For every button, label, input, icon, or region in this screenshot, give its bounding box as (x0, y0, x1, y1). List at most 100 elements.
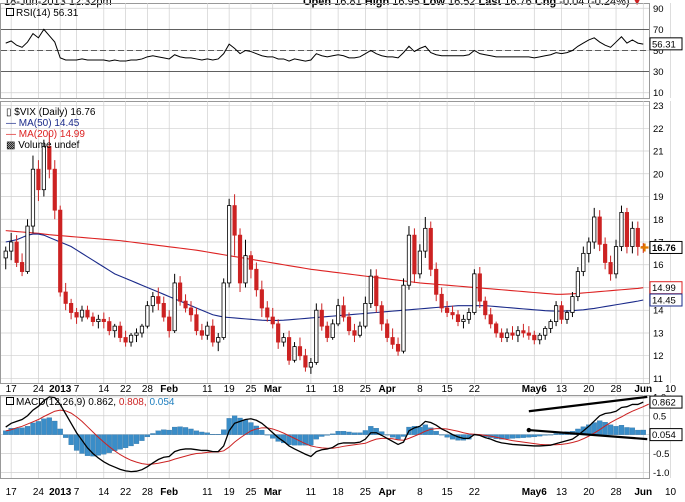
x-tick-label-bottom: 19 (224, 487, 236, 498)
candle-down (74, 312, 79, 318)
candle-down (265, 307, 270, 318)
candle-down (608, 262, 613, 275)
macd-histogram-bar (613, 426, 619, 435)
x-tick-label: 7 (74, 384, 80, 395)
macd-histogram-bar (618, 425, 625, 435)
price-y-tick-label: 21 (653, 147, 664, 158)
macd-histogram-bar (253, 425, 259, 435)
x-tick-label: 17 (6, 384, 18, 395)
x-tick-label: 10 (665, 384, 677, 395)
candle-up (9, 241, 14, 252)
candle-up (30, 168, 36, 227)
x-tick-label-bottom: 14 (98, 487, 110, 498)
candle-down (477, 273, 482, 302)
candle-down (428, 227, 433, 270)
macd-histogram-bar (340, 431, 347, 435)
candle-down (36, 168, 41, 191)
candle-down (118, 325, 123, 338)
x-tick-label: 13 (556, 384, 568, 395)
macd-y-tick-label: -1.0 (653, 468, 669, 479)
macd-histogram-bar (3, 430, 9, 435)
x-tick-label-bottom: 25 (360, 487, 372, 498)
macd-histogram-bar (57, 428, 63, 435)
macd-trendline-rising (528, 395, 648, 413)
candle-down (232, 205, 237, 236)
price-y-tick-label: 13 (653, 328, 664, 339)
x-tick-label-bottom: 28 (610, 487, 622, 498)
candle-up (401, 284, 406, 352)
candle-up (336, 305, 341, 325)
candle-up (515, 330, 521, 336)
candle-up (79, 309, 85, 318)
macd-histogram-bar (433, 431, 439, 435)
macd-histogram-bar (73, 434, 80, 451)
x-tick-label: 28 (610, 384, 622, 395)
candle-down (248, 255, 254, 270)
macd-histogram-bar (182, 427, 189, 435)
x-tick-label-bottom: 11 (306, 487, 317, 498)
candle-up (139, 325, 145, 334)
macd-histogram-bar (106, 434, 112, 453)
candle-up (96, 318, 101, 322)
candle-down (385, 323, 390, 338)
candle-up (406, 234, 412, 286)
candle-up (586, 241, 591, 254)
macd-value-label: 0.862 (652, 398, 676, 409)
last-price-marker-icon: ✚ (640, 241, 649, 254)
candle-down (395, 343, 401, 352)
candle-up (221, 282, 226, 338)
macd-histogram-bar (112, 434, 118, 451)
candle-down (521, 330, 526, 334)
candle-down (635, 227, 640, 247)
macd-histogram-bar (68, 434, 74, 445)
x-tick-label-bottom: 2013 (49, 487, 72, 498)
candle-up (461, 318, 466, 322)
candle-up (466, 312, 471, 320)
macd-histogram-bar (346, 431, 352, 435)
macd-histogram-bar (531, 434, 537, 438)
x-tick-label: 22 (120, 384, 132, 395)
main-legend: ▯ $VIX (Daily) 16.76 — MA(50) 14.45 — MA… (6, 107, 95, 151)
candle-down (85, 309, 90, 318)
macd-histogram-bar (221, 429, 227, 435)
macd-histogram-bar (19, 427, 25, 435)
macd-histogram-bar (324, 434, 330, 436)
macd-histogram-bar (144, 434, 151, 438)
macd-histogram-bar (155, 430, 161, 435)
candle-down (379, 305, 384, 325)
candle-down (58, 209, 63, 293)
x-tick-label-bottom: 22 (120, 487, 132, 498)
x-tick-label: Feb (160, 384, 178, 395)
candle-down (494, 323, 499, 334)
macd-histogram-bar (193, 430, 200, 435)
macd-histogram-bar (390, 434, 396, 438)
x-tick-label: 15 (442, 384, 454, 395)
price-y-tick-label: 19 (653, 192, 664, 203)
x-tick-label: May6 (522, 384, 547, 395)
candle-down (445, 307, 450, 313)
candle-down (526, 332, 531, 336)
macd-histogram-bar (128, 434, 134, 447)
candle-up (150, 296, 155, 307)
candle-up (281, 337, 286, 343)
candle-down (390, 337, 395, 345)
candle-up (172, 282, 177, 332)
price-y-tick-label: 22 (653, 124, 664, 135)
x-tick-label: 25 (245, 384, 257, 395)
candle-down (352, 330, 357, 336)
macd-histogram-bar (439, 434, 445, 436)
macd-histogram-bar (537, 434, 543, 437)
candle-down (603, 243, 608, 263)
macd-histogram-bar (41, 418, 47, 435)
candle-down (14, 241, 19, 263)
rsi-y-tick-label: 70 (653, 25, 664, 36)
macd-histogram-bar (248, 422, 254, 435)
price-y-tick-label: 11 (653, 374, 663, 385)
candle-up (3, 250, 8, 259)
rsi-y-tick-label: 10 (653, 88, 664, 99)
candle-up (128, 334, 134, 343)
macd-histogram-bar (607, 424, 614, 435)
price-y-tick-label: 16 (653, 260, 664, 271)
candle-down (188, 307, 194, 316)
macd-histogram-bar (46, 417, 52, 435)
